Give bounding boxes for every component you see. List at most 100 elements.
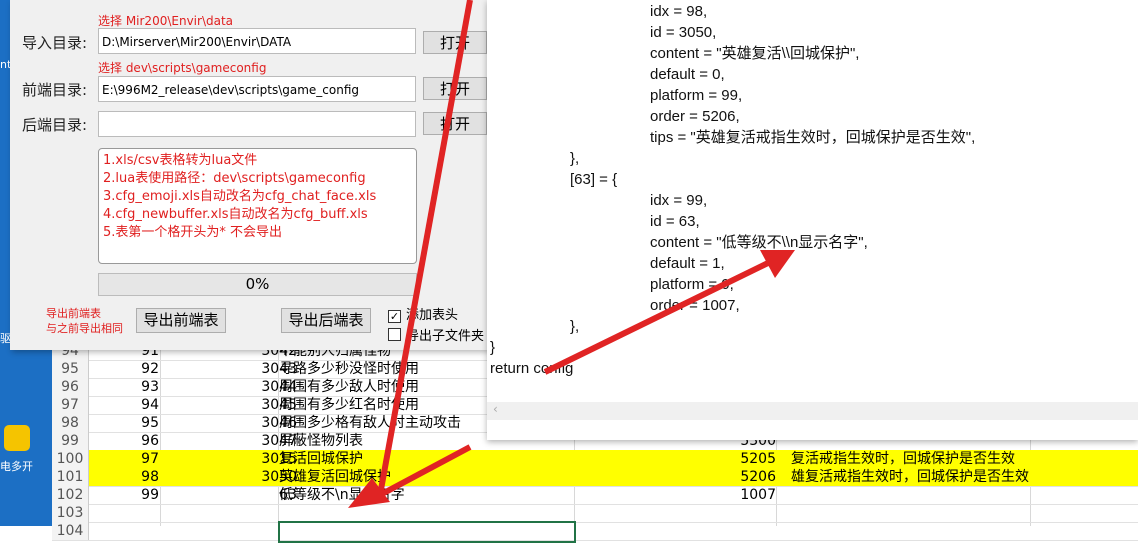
code-line: platform = 0, [650, 276, 734, 293]
code-line: content = "低等级不\\n显示名字", [650, 234, 868, 251]
row-cells: 98 3050 英雄复活回城保护 5206 雄复活戒指生效时，回城保护是否生效 [89, 468, 1138, 486]
code-line: platform = 99, [650, 87, 743, 104]
cell-order[interactable]: 1007 [576, 486, 776, 504]
back-label: 后端目录: [22, 116, 88, 134]
checkbox-empty-icon[interactable] [388, 328, 401, 341]
cell-content[interactable] [279, 504, 575, 522]
import-dir-input[interactable]: D:\Mirserver\Mir200\Envir\DATA [98, 28, 416, 54]
row-cells: 99 63 低等级不\n显示名字 1007 [89, 486, 1138, 504]
code-line: order = 5206, [650, 108, 740, 125]
code-line: content = "英雄复活\\回城保护", [650, 45, 860, 62]
row-header[interactable]: 96 [52, 378, 89, 396]
code-line: default = 1, [650, 255, 725, 272]
import-hint: 选择 Mir200\Envir\data [98, 14, 234, 28]
cell-id[interactable]: 63 [161, 486, 297, 504]
scroll-left-icon[interactable]: ‹ [493, 402, 498, 416]
code-line: idx = 99, [650, 192, 708, 209]
checkbox-checked-icon[interactable]: ✓ [388, 310, 401, 323]
row-cells [89, 504, 1138, 522]
table-row: 103 [52, 504, 1138, 523]
cell-idx[interactable]: 95 [89, 414, 159, 432]
open-import-button[interactable]: 打开 [423, 31, 487, 54]
code-line: order = 1007, [650, 297, 740, 314]
export-note-line: 导出前端表 [46, 307, 101, 320]
row-header[interactable]: 95 [52, 360, 89, 378]
cell-content[interactable]: 复活回城保护 [279, 450, 575, 468]
front-dir-input[interactable]: E:\996M2_release\dev\scripts\game_config [98, 76, 416, 102]
code-line: id = 63, [650, 213, 700, 230]
cell-idx[interactable]: 99 [89, 486, 159, 504]
cell-content[interactable]: 英雄复活回城保护 [279, 468, 575, 486]
row-header[interactable]: 103 [52, 504, 89, 522]
export-subfolder-label: 导出子文件夹 [406, 329, 485, 344]
desktop-icon-label[interactable]: 电多开 [0, 458, 33, 474]
cell-tips[interactable]: 雄复活戒指生效时，回城保护是否生效 [791, 468, 1029, 486]
cell-id[interactable]: 3045 [161, 396, 297, 414]
notes-box[interactable]: 1.xls/csv表格转为lua文件 2.lua表使用路径：dev\script… [98, 148, 417, 264]
cell-id[interactable]: 3015 [161, 450, 297, 468]
cell-id[interactable]: 3044 [161, 378, 297, 396]
row-cells: 97 3015 复活回城保护 5205 复活戒指生效时，回城保护是否生效 [89, 450, 1138, 468]
back-dir-input[interactable] [98, 111, 416, 137]
row-header[interactable]: 104 [52, 522, 89, 540]
cell-idx[interactable] [89, 504, 159, 522]
cell-idx[interactable]: 93 [89, 378, 159, 396]
open-back-button[interactable]: 打开 [423, 112, 487, 135]
cell-idx[interactable]: 94 [89, 396, 159, 414]
cell-id[interactable] [161, 504, 297, 522]
cell-order[interactable]: 5205 [576, 450, 776, 468]
row-header[interactable]: 100 [52, 450, 89, 468]
cell-idx[interactable]: 96 [89, 432, 159, 450]
add-header-label: 添加表头 [406, 308, 459, 323]
row-header[interactable]: 99 [52, 432, 89, 450]
selected-cell[interactable] [278, 521, 576, 543]
front-hint: 选择 dev\scripts\gameconfig [98, 61, 267, 75]
note-line: 2.lua表使用路径：dev\scripts\gameconfig [103, 171, 366, 186]
note-line: 1.xls/csv表格转为lua文件 [103, 153, 258, 168]
cell-order[interactable] [576, 522, 776, 540]
table-row: 104 [52, 522, 1138, 541]
export-back-button[interactable]: 导出后端表 [281, 308, 371, 333]
export-note-line: 与之前导出相同 [46, 322, 123, 335]
cell-id[interactable]: 3043 [161, 360, 297, 378]
code-line: }, [570, 318, 580, 335]
export-front-button[interactable]: 导出前端表 [136, 308, 226, 333]
table-row: 102 99 63 低等级不\n显示名字 1007 [52, 486, 1138, 505]
cell-id[interactable]: 3046 [161, 414, 297, 432]
row-cells [89, 522, 1138, 540]
cell-id[interactable]: 3047 [161, 432, 297, 450]
export-subfolder-checkbox[interactable]: 导出子文件夹 [388, 325, 484, 344]
row-header[interactable]: 101 [52, 468, 89, 486]
code-editor-window: idx = 98, id = 3050, content = "英雄复活\\回城保护… [487, 0, 1138, 440]
code-line: } [490, 339, 496, 356]
code-line: [63] = { [570, 171, 618, 188]
row-header[interactable]: 98 [52, 414, 89, 432]
horizontal-scrollbar[interactable]: ‹ [487, 402, 1138, 420]
add-header-checkbox[interactable]: ✓ 添加表头 [388, 304, 458, 323]
cell-content[interactable]: 低等级不\n显示名字 [279, 486, 575, 504]
cell-id[interactable]: 3050 [161, 468, 297, 486]
note-line: 3.cfg_emoji.xls自动改名为cfg_chat_face.xls [103, 189, 377, 204]
row-header[interactable]: 102 [52, 486, 89, 504]
cell-id[interactable] [161, 522, 297, 540]
export-note: 导出前端表 与之前导出相同 [46, 306, 123, 336]
cell-idx[interactable]: 92 [89, 360, 159, 378]
import-label: 导入目录: [22, 34, 88, 52]
code-line: id = 3050, [650, 24, 717, 41]
code-line: tips = "英雄复活戒指生效时，回城保护是否生效", [650, 129, 976, 146]
code-line: default = 0, [650, 66, 725, 83]
row-header[interactable]: 97 [52, 396, 89, 414]
cell-idx[interactable]: 97 [89, 450, 159, 468]
code-line: idx = 98, [650, 3, 708, 20]
cell-order[interactable]: 5206 [576, 468, 776, 486]
open-front-button[interactable]: 打开 [423, 77, 487, 100]
note-line: 5.表第一个格开头为* 不会导出 [103, 225, 283, 240]
cell-order[interactable] [576, 504, 776, 522]
cell-tips[interactable]: 复活戒指生效时，回城保护是否生效 [791, 450, 1015, 468]
table-row: 101 98 3050 英雄复活回城保护 5206 雄复活戒指生效时，回城保护是… [52, 468, 1138, 487]
cell-idx[interactable] [89, 522, 159, 540]
cell-idx[interactable]: 98 [89, 468, 159, 486]
front-label: 前端目录: [22, 81, 88, 99]
app-icon[interactable] [4, 425, 30, 451]
code-line: return config [490, 360, 574, 377]
